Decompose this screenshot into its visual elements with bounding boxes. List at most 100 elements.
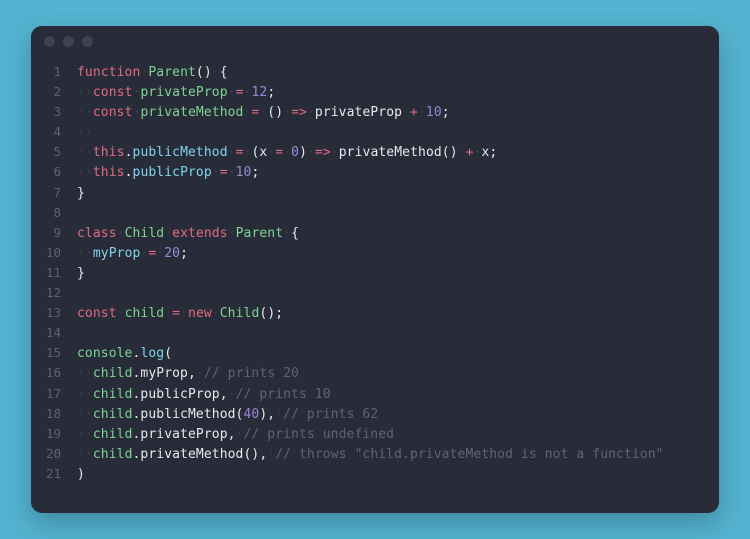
code-token: =>	[314, 145, 331, 161]
code-token: ·	[283, 225, 292, 241]
code-token: ·	[283, 105, 292, 121]
code-token: child	[92, 386, 133, 402]
code-token: child	[92, 446, 133, 462]
code-token: Child	[124, 225, 165, 241]
code-token: .privateProp,	[132, 426, 236, 442]
code-token: privateProp	[140, 85, 228, 101]
code-token: const	[77, 306, 117, 322]
code-token: ··	[77, 245, 93, 261]
maximize-button-icon[interactable]	[82, 36, 93, 47]
code-token: const	[92, 105, 133, 121]
line-number: 11	[45, 264, 61, 280]
code-token: ;	[267, 85, 276, 101]
code-token: ·	[211, 165, 220, 181]
code-line[interactable]: 6 ··this.publicProp·=·10;	[31, 162, 719, 182]
code-token: function	[77, 65, 141, 80]
code-line[interactable]: 20 ··child.privateMethod(),·// throws "ch…	[31, 444, 719, 464]
code-token: =	[172, 306, 181, 322]
code-line-content: console.log(	[77, 344, 719, 364]
code-token: publicMethod	[132, 145, 228, 161]
code-token: ··	[77, 165, 93, 181]
code-line[interactable]: 4 ··	[31, 122, 719, 142]
code-token: 40	[243, 406, 260, 422]
code-line[interactable]: 19 ··child.privateProp,·// prints undefin…	[31, 424, 719, 444]
code-token: // throws "child.privateMethod is not a …	[275, 446, 664, 462]
code-line-content: ··child.privateMethod(),·// throws "chil…	[77, 445, 719, 465]
code-line[interactable]: 8	[31, 203, 719, 223]
code-line[interactable]: 13 const·child·=·new·Child();	[31, 303, 719, 323]
screenshot-canvas: 1 function·Parent()·{2 ··const·privateProp…	[0, 0, 750, 539]
code-line[interactable]: 12	[31, 283, 719, 303]
code-line[interactable]: 5 ··this.publicMethod·=·(x·=·0)·=>·privat…	[31, 142, 719, 162]
code-token: new	[188, 306, 212, 322]
code-token: ;	[251, 165, 260, 181]
code-token: ·	[330, 145, 339, 161]
code-token: .privateMethod(),	[132, 446, 268, 462]
code-line-content: )	[77, 465, 719, 485]
code-token: ·	[307, 145, 315, 161]
code-token: }	[77, 265, 85, 281]
code-line-content: ··const·privateMethod·=·()·=>·privatePro…	[77, 103, 719, 123]
code-line[interactable]: 9 class·Child·extends·Parent·{	[31, 223, 719, 243]
code-line-content: ··child.publicProp,·// prints 10	[77, 385, 719, 405]
line-number: 21	[45, 465, 61, 481]
code-line-content: ··child.privateProp,·// prints undefined	[77, 425, 719, 445]
code-token: .publicMethod(	[132, 406, 244, 422]
code-token: ··	[77, 446, 93, 462]
code-token: ··	[77, 85, 93, 101]
code-token: ·	[116, 225, 125, 241]
close-button-icon[interactable]	[44, 36, 55, 47]
code-token: ();	[259, 306, 284, 322]
code-token: Child	[219, 306, 260, 322]
code-line[interactable]: 1 function·Parent()·{	[31, 62, 719, 82]
code-line[interactable]: 10 ··myProp·=·20;	[31, 243, 719, 263]
code-line-content: ··this.publicProp·=·10;	[77, 163, 719, 183]
code-token: x;	[481, 145, 498, 161]
code-token: this	[92, 145, 125, 161]
code-token: ··	[77, 125, 93, 141]
code-token: privateMethod()	[338, 145, 458, 161]
code-token: privateProp	[314, 105, 403, 121]
code-token: ·	[227, 85, 236, 101]
code-line[interactable]: 21)	[31, 464, 719, 484]
code-line[interactable]: 18 ··child.publicMethod(40),·// prints 62	[31, 404, 719, 424]
line-number: 15	[45, 345, 61, 361]
line-number: 7	[53, 184, 61, 200]
code-token: ()	[267, 105, 284, 121]
code-line[interactable]: 2 ··const·privateProp·=·12;	[31, 82, 719, 102]
minimize-button-icon[interactable]	[63, 36, 74, 47]
line-number: 1	[53, 64, 61, 79]
code-token: ),	[259, 406, 276, 422]
window-titlebar[interactable]	[31, 26, 719, 54]
code-line[interactable]: 17 ··child.publicProp,·// prints 10	[31, 384, 719, 404]
code-line[interactable]: 7}	[31, 183, 719, 203]
code-token: console	[77, 346, 133, 362]
traffic-light-group	[44, 36, 93, 47]
code-line-content: function·Parent()·{	[77, 63, 719, 83]
code-token: ·	[227, 225, 236, 241]
code-token: ·	[227, 165, 236, 181]
code-token: .publicProp,	[132, 386, 228, 402]
code-token: )	[299, 145, 308, 161]
code-token: extends	[172, 225, 228, 241]
code-token: 10	[425, 105, 442, 121]
code-token: +	[410, 105, 418, 121]
code-token: ·	[116, 306, 125, 322]
code-token: )	[77, 466, 85, 482]
code-line[interactable]: 3 ··const·privateMethod·=·()·=>·privatePr…	[31, 102, 719, 122]
code-line[interactable]: 16 ··child.myProp,·// prints 20	[31, 363, 719, 383]
code-line[interactable]: 15 console.log(	[31, 343, 719, 363]
line-number: 5	[53, 144, 61, 160]
code-line[interactable]: 14	[31, 323, 719, 343]
code-token: ·	[267, 446, 276, 462]
code-line[interactable]: 11}	[31, 263, 719, 283]
code-token: }	[77, 185, 85, 201]
code-token: =	[235, 85, 244, 101]
line-number: 6	[53, 164, 61, 180]
code-token: ··	[77, 426, 93, 442]
code-window: 1 function·Parent()·{2 ··const·privateProp…	[31, 26, 719, 513]
code-token: ;	[180, 245, 189, 261]
code-editor[interactable]: 1 function·Parent()·{2 ··const·privateProp…	[31, 54, 719, 484]
code-token: class	[77, 225, 117, 241]
line-number: 4	[53, 124, 61, 140]
